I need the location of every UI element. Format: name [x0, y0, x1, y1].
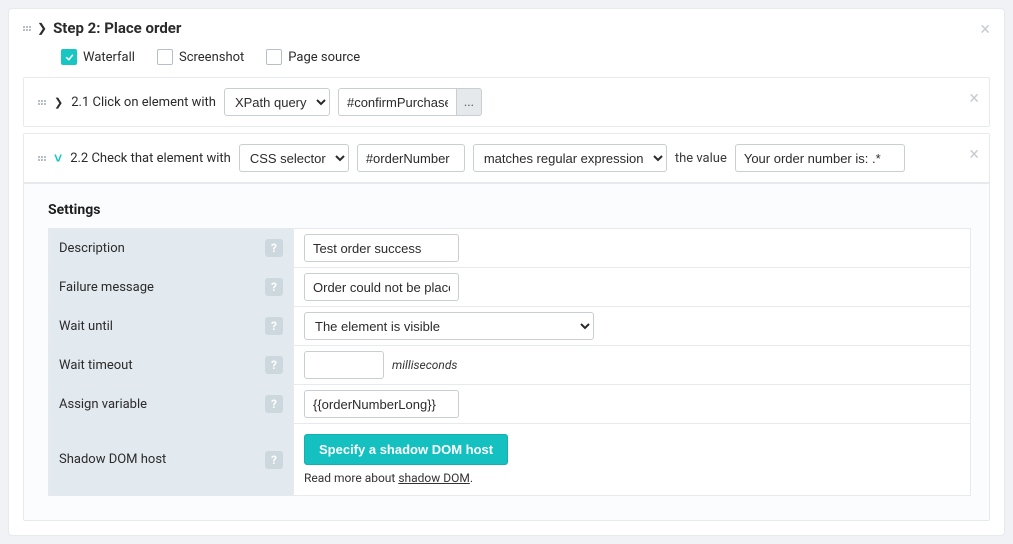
substep-2-2-container: ˅ 2.2 Check that element with CSS select… — [23, 133, 990, 521]
close-icon[interactable]: × — [969, 88, 979, 109]
match-value-input[interactable] — [735, 144, 905, 172]
chevron-right-icon[interactable]: ❯ — [37, 21, 47, 35]
help-icon[interactable]: ? — [265, 239, 283, 257]
setting-shadow-row: Shadow DOM host ? Specify a shadow DOM h… — [48, 423, 971, 496]
selector-input[interactable] — [338, 88, 456, 116]
timeout-hint: milliseconds — [392, 358, 457, 372]
substep-2-1: ❯ 2.1 Click on element with XPath query … — [23, 77, 990, 127]
selector-more-button[interactable]: ... — [456, 88, 482, 116]
help-icon[interactable]: ? — [265, 317, 283, 335]
step-options: Waterfall Screenshot Page source — [61, 49, 990, 65]
selector-input-group: ... — [338, 88, 482, 116]
value-label: the value — [675, 151, 727, 166]
setting-failure-label: Failure message ? — [49, 268, 294, 306]
option-waterfall[interactable]: Waterfall — [61, 49, 135, 65]
close-icon[interactable]: × — [969, 144, 979, 165]
setting-assign-label: Assign variable ? — [49, 385, 294, 423]
drag-handle-icon[interactable] — [23, 21, 31, 35]
checkbox-page-source[interactable] — [266, 49, 282, 65]
substep-number: 2.1 Click on element with — [71, 95, 216, 110]
close-icon[interactable]: × — [980, 19, 990, 40]
setting-wait-row: Wait until ? The element is visible — [48, 306, 971, 345]
setting-description-row: Description ? — [48, 228, 971, 267]
setting-shadow-label: Shadow DOM host ? — [49, 424, 294, 495]
help-icon[interactable]: ? — [265, 356, 283, 374]
drag-handle-icon[interactable] — [38, 95, 46, 109]
selector-type-select[interactable]: CSS selector — [239, 144, 349, 172]
check-icon — [65, 53, 74, 62]
setting-assign-row: Assign variable ? — [48, 384, 971, 423]
option-page-source-label: Page source — [288, 50, 360, 65]
setting-timeout-row: Wait timeout ? milliseconds — [48, 345, 971, 384]
step-title: Step 2: Place order — [53, 19, 181, 37]
option-waterfall-label: Waterfall — [83, 50, 135, 65]
match-type-select[interactable]: matches regular expression — [473, 144, 667, 172]
selector-type-select[interactable]: XPath query — [224, 88, 330, 116]
help-icon[interactable]: ? — [265, 451, 283, 469]
checkbox-waterfall[interactable] — [61, 49, 77, 65]
specify-shadow-dom-button[interactable]: Specify a shadow DOM host — [304, 434, 508, 465]
setting-timeout-label: Wait timeout ? — [49, 346, 294, 384]
shadow-dom-link[interactable]: shadow DOM — [398, 471, 470, 485]
setting-failure-row: Failure message ? — [48, 267, 971, 306]
help-icon[interactable]: ? — [265, 395, 283, 413]
option-screenshot[interactable]: Screenshot — [157, 49, 244, 65]
setting-wait-label: Wait until ? — [49, 307, 294, 345]
option-screenshot-label: Screenshot — [179, 50, 244, 65]
assign-input[interactable] — [304, 390, 459, 418]
failure-input[interactable] — [304, 273, 459, 301]
substep-2-2: ˅ 2.2 Check that element with CSS select… — [24, 134, 989, 183]
settings-panel: Settings Description ? Failure message ? — [24, 183, 989, 520]
drag-handle-icon[interactable] — [38, 151, 46, 165]
option-page-source[interactable]: Page source — [266, 49, 360, 65]
checkbox-screenshot[interactable] — [157, 49, 173, 65]
timeout-input[interactable] — [304, 351, 384, 379]
settings-table: Description ? Failure message ? — [48, 228, 971, 496]
chevron-right-icon[interactable]: ❯ — [54, 96, 63, 109]
help-icon[interactable]: ? — [265, 278, 283, 296]
selector-input[interactable] — [357, 144, 465, 172]
setting-description-label: Description ? — [49, 229, 294, 267]
chevron-down-icon[interactable]: ˅ — [54, 150, 62, 167]
step-header: ❯ Step 2: Place order × — [23, 19, 990, 37]
description-input[interactable] — [304, 234, 459, 262]
wait-until-select[interactable]: The element is visible — [304, 312, 594, 340]
step-panel: ❯ Step 2: Place order × Waterfall Screen… — [8, 8, 1005, 536]
substep-number: 2.2 Check that element with — [70, 151, 231, 166]
settings-title: Settings — [48, 202, 971, 218]
shadow-readmore: Read more about shadow DOM. — [304, 471, 473, 485]
